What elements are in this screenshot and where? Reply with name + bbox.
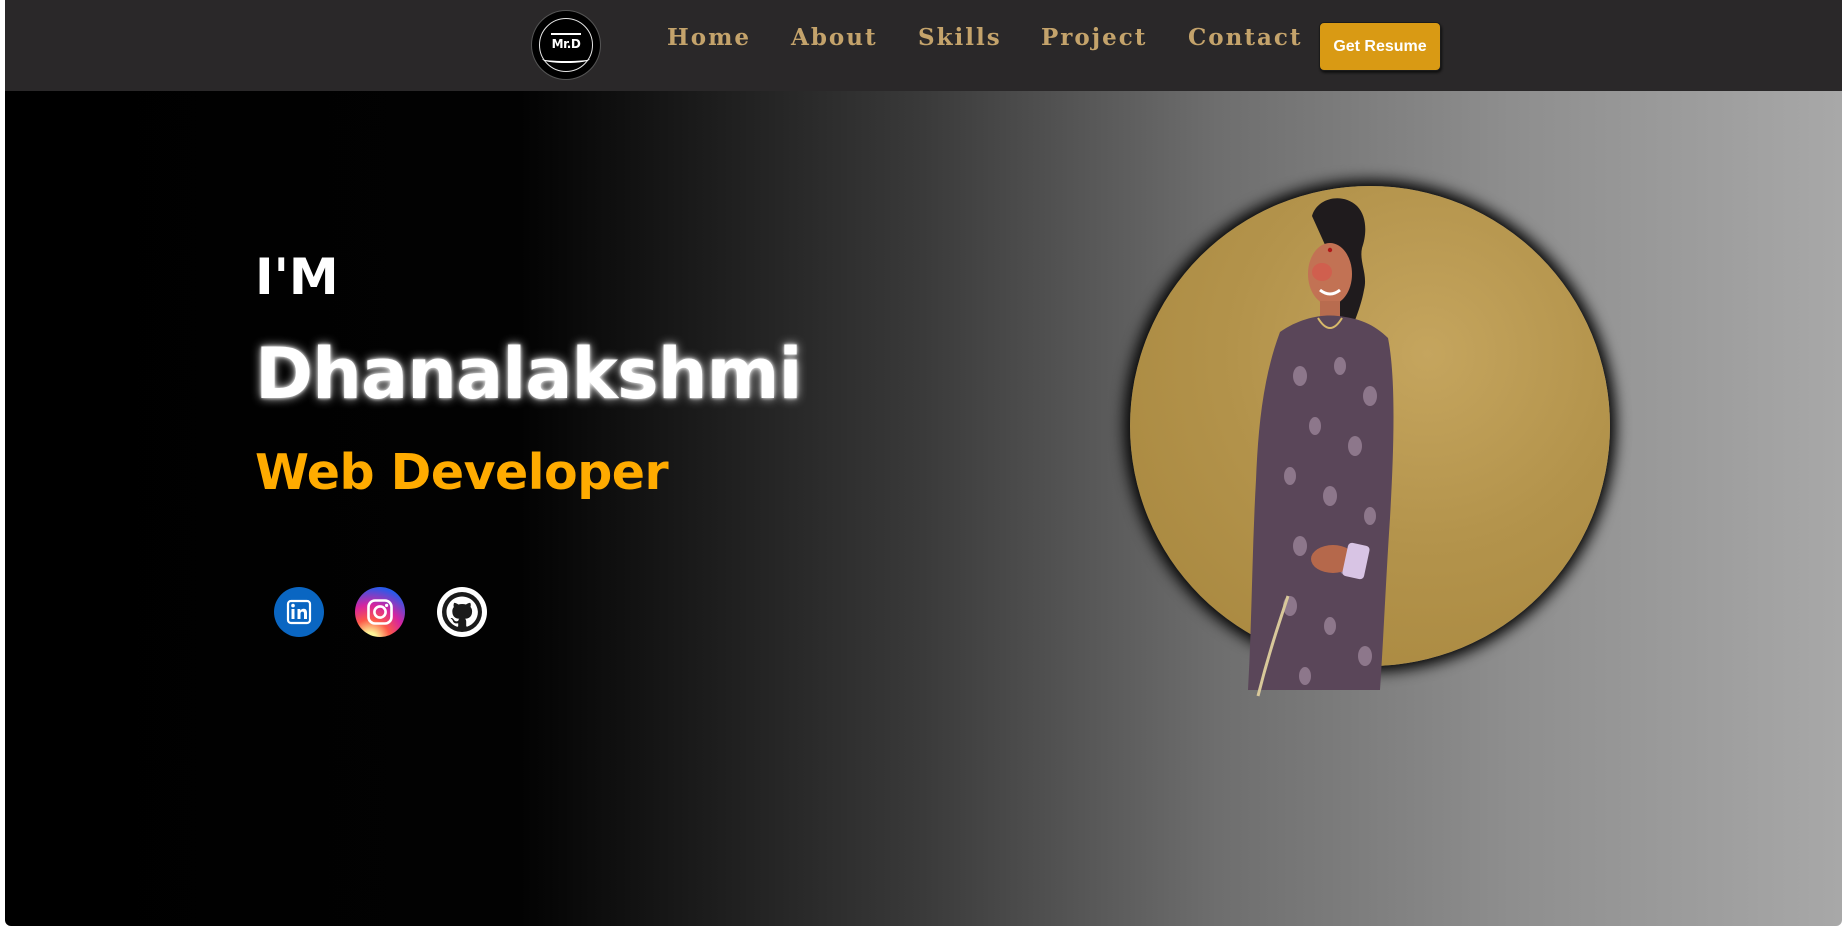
logo[interactable]: Mr.D: [534, 13, 598, 77]
linkedin-icon: [274, 587, 324, 637]
get-resume-button[interactable]: Get Resume: [1319, 22, 1441, 71]
instagram-link[interactable]: [355, 587, 405, 637]
hero-name: Dhanalakshmi: [255, 333, 802, 415]
instagram-icon: [355, 587, 405, 637]
nav-about[interactable]: About: [791, 24, 878, 51]
logo-text: Mr.D: [551, 37, 581, 51]
github-link[interactable]: [437, 587, 487, 637]
nav-contact[interactable]: Contact: [1188, 24, 1303, 51]
hero-role: Web Developer: [255, 444, 669, 501]
nav-home[interactable]: Home: [667, 24, 751, 51]
linkedin-link[interactable]: [274, 587, 324, 637]
logo-bar: [551, 33, 581, 35]
logo-swoosh: [542, 55, 590, 63]
hero-intro: I'M: [255, 248, 339, 306]
github-icon: [437, 587, 487, 637]
profile-photo: [1248, 198, 1394, 697]
nav-project[interactable]: Project: [1041, 24, 1147, 51]
page-frame: Mr.D Home About Skills Project Contact G…: [5, 0, 1842, 926]
nav-skills[interactable]: Skills: [918, 24, 1002, 51]
navbar: Mr.D Home About Skills Project Contact G…: [5, 0, 1842, 91]
